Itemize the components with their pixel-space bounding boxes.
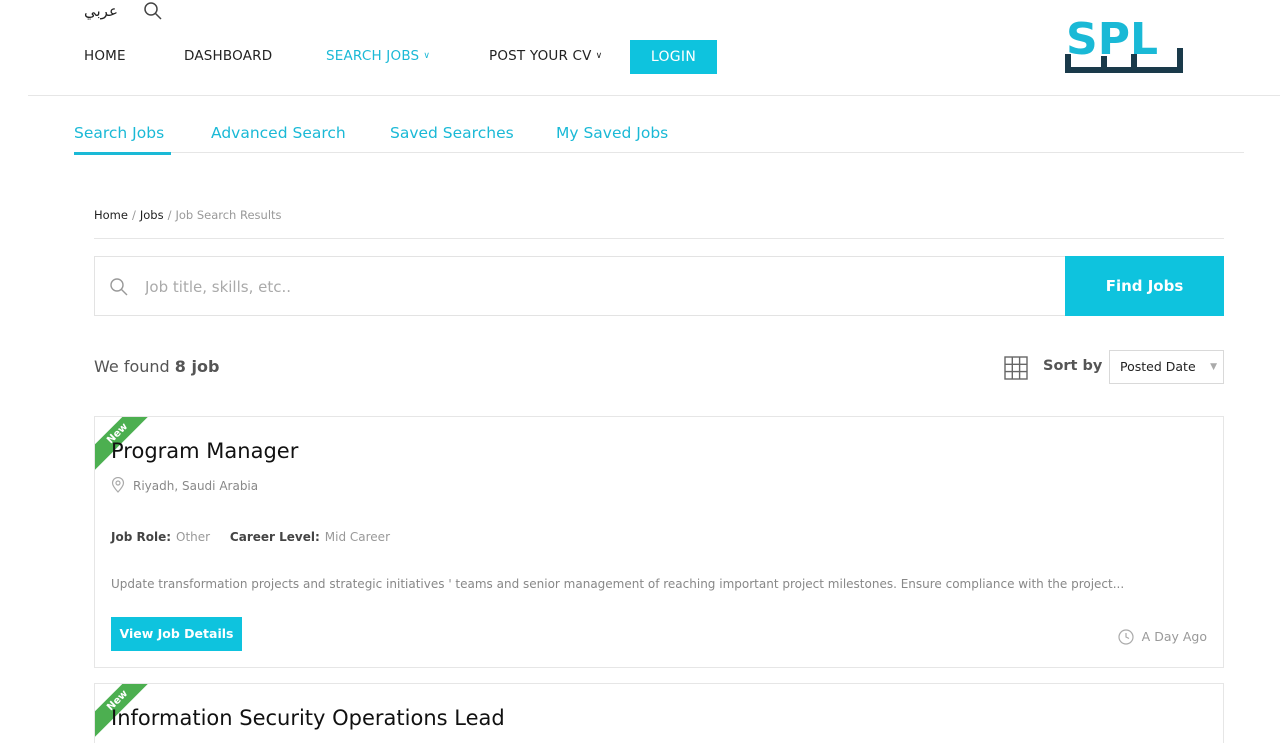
job-meta: Job Role: Other Career Level: Mid Career (111, 530, 406, 544)
top-header: عربي HOME DASHBOARD SEARCH JOBS ∨ POST YO… (0, 0, 1280, 96)
search-icon[interactable] (143, 1, 163, 21)
view-job-details-button[interactable]: View Job Details (111, 617, 242, 651)
nav-post-your-cv[interactable]: POST YOUR CV ∨ (489, 48, 602, 64)
posted-time-text: A Day Ago (1141, 629, 1207, 644)
nav-dashboard-label: DASHBOARD (184, 48, 273, 64)
tab-saved-searches[interactable]: Saved Searches (390, 124, 514, 142)
language-switch-link[interactable]: عربي (84, 2, 118, 20)
nav-home[interactable]: HOME (84, 48, 126, 64)
subnav-divider (74, 152, 1244, 153)
job-role-value: Other (176, 530, 211, 544)
results-count: We found 8 job (94, 357, 219, 376)
chevron-down-icon: ∨ (595, 51, 603, 61)
search-icon (110, 278, 128, 296)
breadcrumb-current: Job Search Results (175, 208, 282, 222)
breadcrumb: Home / Jobs / Job Search Results (94, 208, 282, 222)
nav-search-jobs-label: SEARCH JOBS (326, 48, 420, 64)
job-search-input[interactable] (143, 267, 1043, 307)
nav-search-jobs[interactable]: SEARCH JOBS ∨ (326, 48, 430, 64)
grid-view-icon[interactable] (1004, 356, 1028, 380)
spl-logo[interactable]: SPL (1064, 8, 1184, 78)
active-tab-underline (74, 152, 171, 155)
tab-search-jobs[interactable]: Search Jobs (74, 124, 164, 142)
sort-by-label: Sort by (1043, 358, 1103, 374)
tab-my-saved-jobs[interactable]: My Saved Jobs (556, 124, 668, 142)
sort-by-value: Posted Date (1120, 359, 1196, 374)
job-description: Update transformation projects and strat… (111, 577, 1125, 591)
breadcrumb-jobs[interactable]: Jobs (140, 208, 164, 222)
nav-dashboard[interactable]: DASHBOARD (184, 48, 272, 64)
nav-post-cv-label: POST YOUR CV (489, 48, 592, 64)
breadcrumb-divider (94, 238, 1224, 239)
job-card: New Information Security Operations Lead (94, 683, 1224, 743)
tab-advanced-search[interactable]: Advanced Search (211, 124, 346, 142)
find-jobs-button[interactable]: Find Jobs (1065, 256, 1224, 316)
results-count-prefix: We found (94, 357, 170, 376)
career-level-value: Mid Career (324, 530, 391, 544)
job-location: Riyadh, Saudi Arabia (111, 476, 259, 493)
login-button[interactable]: LOGIN (630, 40, 717, 74)
job-role-label: Job Role: (111, 530, 172, 544)
breadcrumb-separator: / (131, 208, 136, 222)
posted-time: A Day Ago (1118, 629, 1207, 645)
sort-by-select[interactable]: Posted Date ▼ (1109, 350, 1224, 384)
job-title[interactable]: Information Security Operations Lead (111, 706, 505, 730)
header-divider (28, 95, 1280, 96)
job-title[interactable]: Program Manager (111, 439, 298, 463)
clock-icon (1118, 629, 1134, 645)
breadcrumb-home[interactable]: Home (94, 208, 128, 222)
job-location-text: Riyadh, Saudi Arabia (133, 479, 259, 493)
location-pin-icon (111, 476, 125, 493)
results-count-value: 8 job (174, 357, 220, 376)
job-search-box (94, 256, 1066, 316)
caret-down-icon: ▼ (1210, 362, 1217, 372)
breadcrumb-separator: / (167, 208, 172, 222)
job-card: New Program Manager Riyadh, Saudi Arabia… (94, 416, 1224, 668)
career-level-label: Career Level: (229, 530, 320, 544)
nav-home-label: HOME (84, 48, 126, 64)
chevron-down-icon: ∨ (423, 51, 431, 61)
svg-text:SPL: SPL (1066, 14, 1158, 65)
